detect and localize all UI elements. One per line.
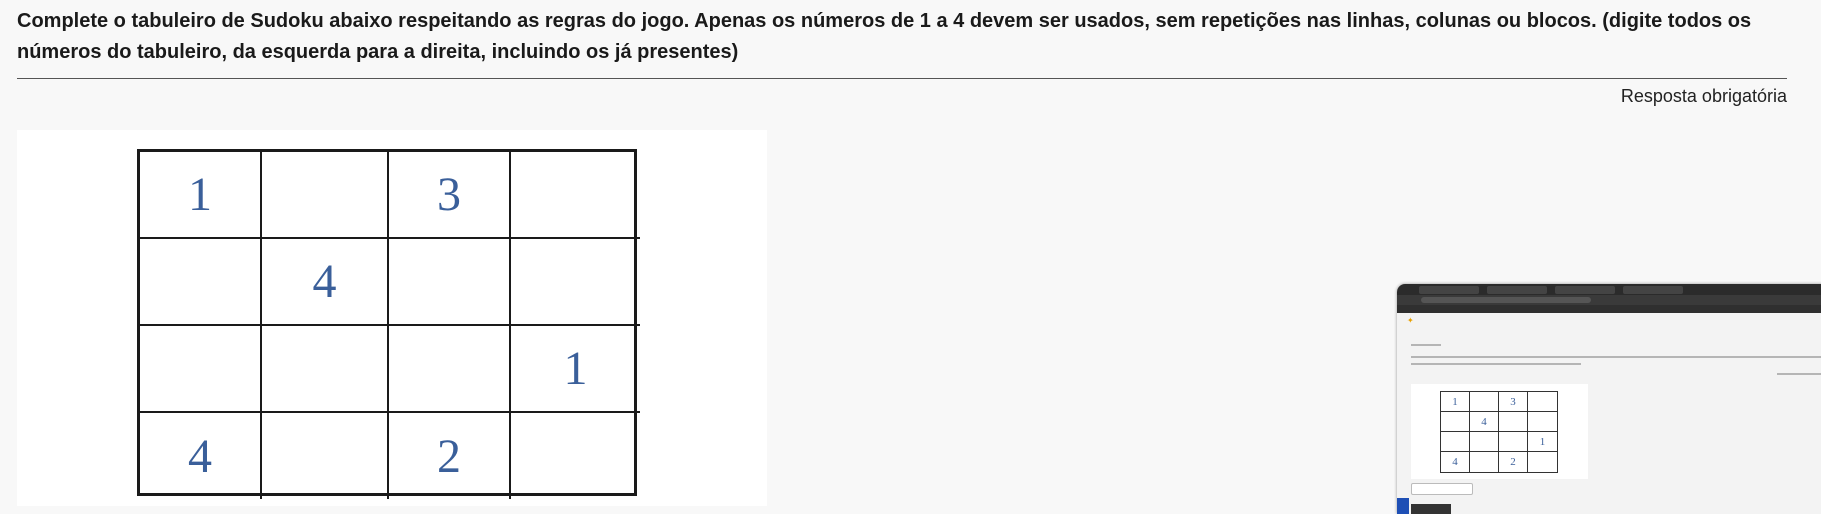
sudoku-board: 1 3 4 1 4 2 (137, 149, 640, 499)
thumbnail-logo-icon: ✦ (1407, 316, 1414, 325)
thumbnail-cell (1528, 452, 1557, 472)
thumbnail-tab (1623, 286, 1683, 294)
sudoku-cell (262, 326, 389, 413)
thumbnail-footer-icon (1397, 498, 1409, 514)
thumbnail-answer-input (1411, 483, 1473, 495)
sudoku-cell (511, 413, 640, 499)
thumbnail-url (1421, 297, 1591, 303)
screenshot-thumbnail[interactable]: ✦ 1 3 4 1 4 2 (1397, 284, 1821, 514)
divider (17, 78, 1787, 79)
required-label: Resposta obrigatória (1620, 86, 1787, 106)
thumbnail-tab (1487, 286, 1547, 294)
sudoku-cell (262, 413, 389, 499)
thumbnail-cell (1528, 392, 1557, 412)
thumbnail-sudoku-board: 1 3 4 1 4 2 (1440, 391, 1558, 473)
question-text: Complete o tabuleiro de Sudoku abaixo re… (17, 10, 1752, 63)
thumbnail-cell: 4 (1470, 412, 1499, 432)
sudoku-cell (140, 326, 262, 413)
sudoku-cell (389, 326, 511, 413)
thumbnail-text-line (1777, 373, 1821, 375)
sudoku-cell: 4 (262, 239, 389, 326)
thumbnail-cell: 4 (1441, 452, 1470, 472)
thumbnail-cell (1470, 452, 1499, 472)
thumbnail-bookmarks-bar (1397, 305, 1821, 313)
sudoku-cell: 2 (389, 413, 511, 499)
thumbnail-cell (1499, 412, 1528, 432)
thumbnail-text-line (1411, 363, 1581, 365)
sudoku-cell: 1 (140, 152, 262, 239)
thumbnail-address-bar (1397, 295, 1821, 305)
thumbnail-tab (1555, 286, 1615, 294)
thumbnail-cell: 3 (1499, 392, 1528, 412)
thumbnail-cell (1470, 432, 1499, 452)
thumbnail-cell: 2 (1499, 452, 1528, 472)
sudoku-cell: 3 (389, 152, 511, 239)
thumbnail-text-line (1411, 344, 1441, 346)
sudoku-cell (140, 239, 262, 326)
thumbnail-cell (1441, 432, 1470, 452)
thumbnail-cell (1499, 432, 1528, 452)
sudoku-cell (511, 152, 640, 239)
sudoku-cell (262, 152, 389, 239)
sudoku-cell (389, 239, 511, 326)
thumbnail-cell (1441, 412, 1470, 432)
thumbnail-cell (1470, 392, 1499, 412)
thumbnail-text-line (1411, 356, 1821, 358)
thumbnail-tab-bar (1397, 284, 1821, 295)
thumbnail-cell (1528, 412, 1557, 432)
thumbnail-tab (1419, 286, 1479, 294)
sudoku-cell: 1 (511, 326, 640, 413)
sudoku-cell (511, 239, 640, 326)
sudoku-cell: 4 (140, 413, 262, 499)
thumbnail-cell: 1 (1441, 392, 1470, 412)
thumbnail-cell: 1 (1528, 432, 1557, 452)
